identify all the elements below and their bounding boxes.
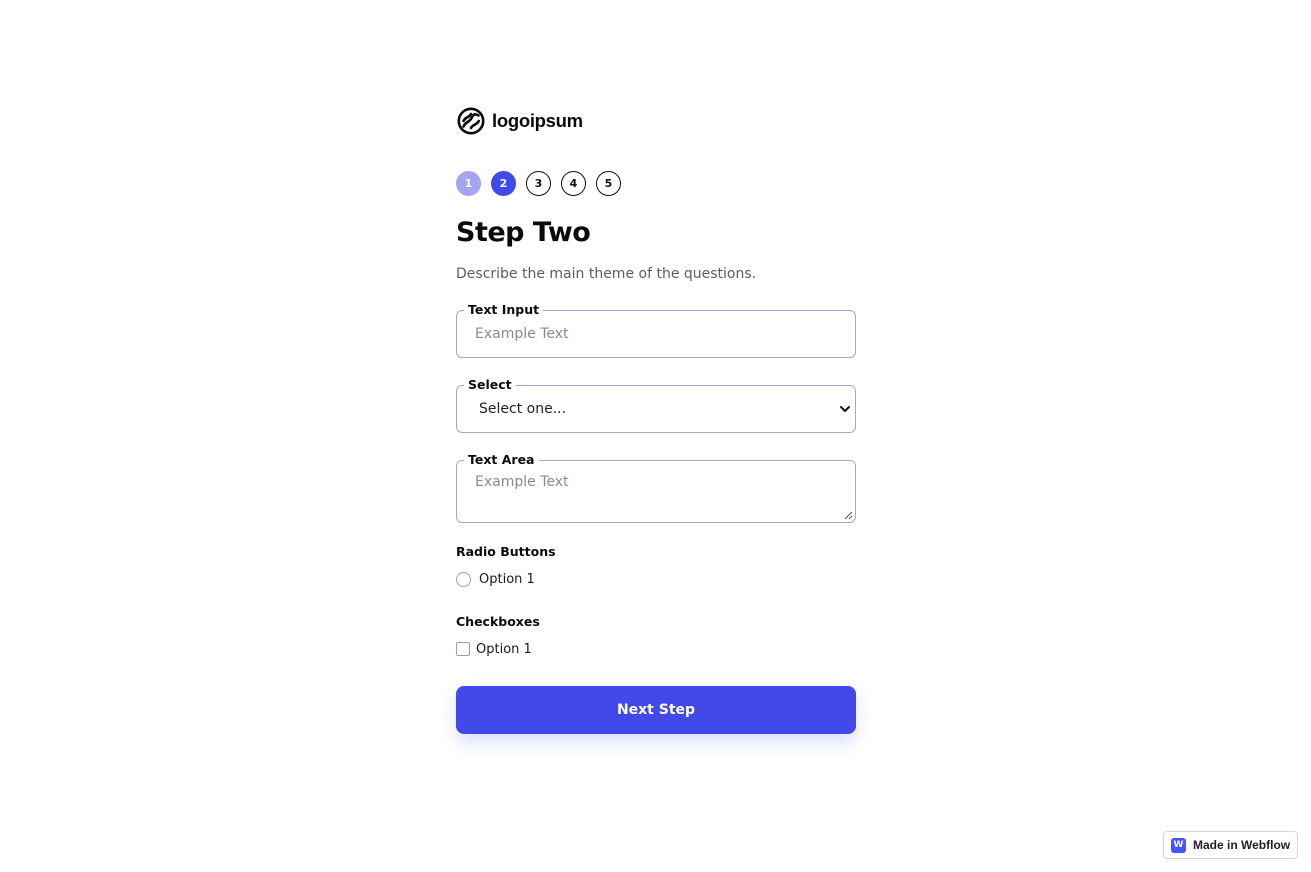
made-in-webflow-badge[interactable]: W Made in Webflow — [1163, 831, 1298, 859]
checkbox-option-label[interactable]: Option 1 — [476, 642, 532, 657]
text-area[interactable]: Example Text — [456, 460, 856, 523]
logo[interactable]: logoipsum — [456, 105, 856, 137]
chevron-down-icon — [840, 406, 850, 412]
radio-group-label: Radio Buttons — [456, 544, 556, 559]
text-area-label: Text Area — [464, 452, 539, 467]
webflow-logo-icon: W — [1171, 837, 1186, 853]
page-title: Step Two — [456, 217, 591, 248]
text-input-label: Text Input — [464, 302, 544, 317]
text-input-placeholder: Example Text — [475, 326, 569, 342]
select-value: Select one... — [479, 401, 567, 417]
logo-text: logoipsum — [492, 110, 583, 131]
radio-option[interactable]: Option 1 — [456, 571, 856, 587]
webflow-badge-text: Made in Webflow — [1193, 838, 1291, 852]
checkbox[interactable] — [456, 642, 470, 656]
radio-group: Radio Buttons Option 1 — [456, 544, 856, 587]
radio-button[interactable] — [456, 571, 471, 587]
resize-handle-icon[interactable] — [844, 511, 853, 520]
step-indicator: 1 2 3 4 5 — [456, 171, 856, 197]
select-group: Select one... Select — [456, 377, 856, 433]
logo-mark-icon — [457, 107, 485, 135]
text-input-group: Example Text Text Input — [456, 302, 856, 358]
step-2[interactable]: 2 — [491, 171, 516, 196]
step-4[interactable]: 4 — [561, 171, 586, 196]
next-step-button[interactable]: Next Step — [456, 686, 856, 734]
step-3[interactable]: 3 — [526, 171, 551, 196]
select-label: Select — [464, 377, 516, 392]
checkbox-group: Checkboxes Option 1 — [456, 614, 856, 657]
checkbox-group-label: Checkboxes — [456, 614, 540, 629]
page-subtitle: Describe the main theme of the questions… — [456, 266, 757, 282]
step-1[interactable]: 1 — [456, 171, 481, 196]
text-area-group: Example Text Text Area — [456, 452, 856, 523]
select-dropdown[interactable]: Select one... — [456, 385, 856, 433]
checkbox-option[interactable]: Option 1 — [456, 641, 856, 657]
multi-step-form: logoipsum 1 2 3 4 5 Step Two Describe th… — [456, 105, 856, 734]
text-input[interactable]: Example Text — [456, 310, 856, 358]
radio-option-label[interactable]: Option 1 — [479, 572, 535, 587]
step-5[interactable]: 5 — [596, 171, 621, 196]
